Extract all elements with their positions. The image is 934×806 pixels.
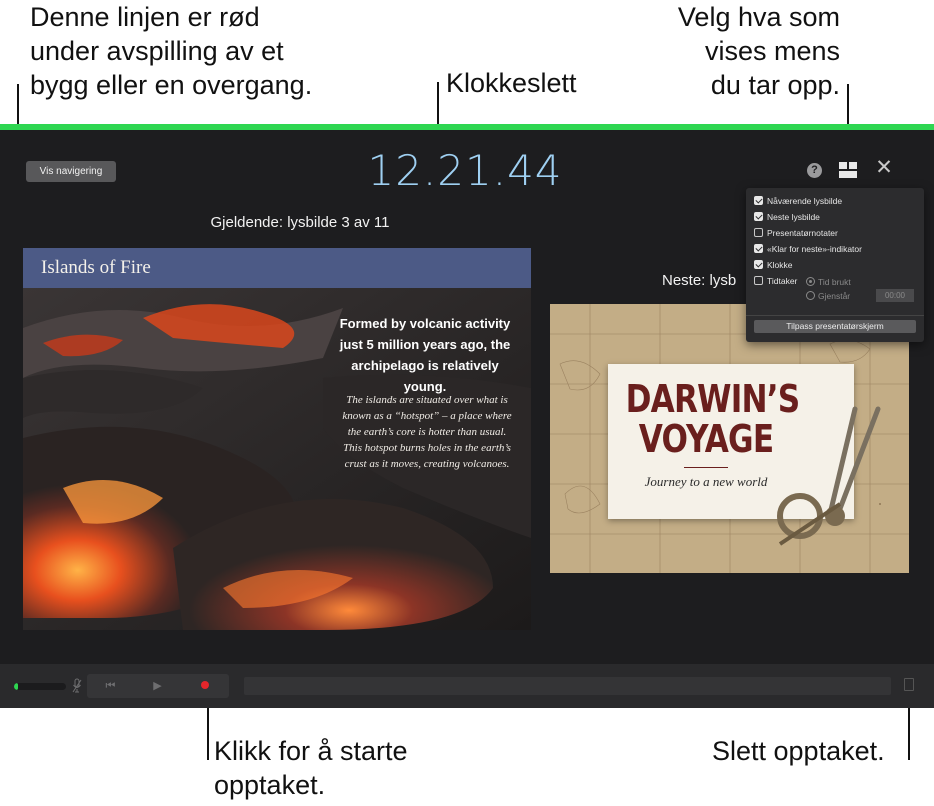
radio-icon [806, 277, 815, 286]
next-slide: DARWIN’S VOYAGE Journey to a new world [550, 304, 909, 573]
menu-option-timer[interactable]: Tidtaker [754, 274, 797, 288]
radio-label: Tid brukt [818, 277, 851, 287]
recording-timeline[interactable] [244, 677, 891, 695]
timer-duration-field[interactable]: 00:00 [876, 289, 914, 302]
checkbox-icon [754, 196, 763, 205]
title-rule [684, 467, 728, 468]
callout-line: Velg hva som [677, 2, 840, 32]
radio-elapsed-time[interactable]: Tid brukt [806, 276, 851, 288]
callout-line: du tar opp. [710, 70, 840, 100]
menu-option-label: Neste lysbilde [767, 212, 820, 222]
callout-line: Klikk for å starte [214, 736, 408, 766]
callout-line: vises mens [704, 36, 840, 66]
callout-line: Klokkeslett [446, 68, 577, 98]
play-icon[interactable]: ▶ [134, 674, 181, 698]
callout-start-recording: Klikk for å starte opptaket. [214, 734, 408, 802]
radio-icon [806, 291, 815, 300]
current-slide: Islands of Fire Formed by volcanic activ… [23, 248, 531, 630]
audio-level-meter [14, 683, 66, 690]
checkbox-icon [754, 228, 763, 237]
menu-option-clock[interactable]: Klokke [754, 258, 793, 272]
record-button[interactable] [181, 674, 228, 698]
slide-title: Islands of Fire [41, 257, 151, 278]
display-options-menu: Nåværende lysbilde Neste lysbilde Presen… [746, 188, 924, 342]
callout-build-line: Denne linjen er rød under avspilling av … [30, 0, 312, 102]
menu-option-presenter-notes[interactable]: Presentatørnotater [754, 226, 838, 240]
transport-controls: ⏮ ▶ [87, 674, 229, 698]
callout-delete-recording: Slett opptaket. [712, 734, 885, 768]
checkbox-icon [754, 260, 763, 269]
presenter-display: Vis navigering 12.21.44 ? ✕ Gjeldende: l… [0, 124, 934, 708]
layout-options-icon[interactable] [839, 162, 857, 178]
checkbox-icon [754, 244, 763, 253]
menu-option-current-slide[interactable]: Nåværende lysbilde [754, 194, 842, 208]
recording-toolbar: ⏮ ▶ [0, 664, 934, 708]
menu-option-next-slide[interactable]: Neste lysbilde [754, 210, 820, 224]
menu-option-ready-indicator[interactable]: «Klar for neste»-indikator [754, 242, 862, 256]
callout-line: Denne linjen er rød [30, 2, 260, 32]
recording-status-bar [0, 124, 934, 130]
current-slide-label: Gjeldende: lysbilde 3 av 11 [210, 214, 390, 231]
fit-presenter-display-button[interactable]: Tilpass presentatørskjerm [754, 320, 916, 333]
slide-lead-text: Formed by volcanic activity just 5 milli… [339, 316, 511, 394]
next-slide-label: Neste: lysb [662, 272, 737, 289]
menu-option-label: Nåværende lysbilde [767, 196, 843, 206]
clock-display: 12.21.44 [367, 146, 563, 195]
microphone-muted-icon[interactable] [72, 678, 82, 694]
dividers-illustration [777, 406, 881, 546]
record-icon [200, 681, 209, 689]
callout-choose-display: Velg hva som vises mens du tar opp. [640, 0, 840, 102]
menu-option-label: «Klar for neste»-indikator [767, 244, 862, 254]
checkbox-icon [754, 276, 763, 285]
radio-remaining-time[interactable]: Gjenstår [806, 290, 850, 302]
help-icon[interactable]: ? [807, 163, 822, 178]
slide-body-text: The islands are situated over what is kn… [342, 394, 512, 470]
checkbox-icon [754, 212, 763, 221]
skip-back-icon[interactable]: ⏮ [87, 674, 134, 698]
menu-option-label: Tidtaker [767, 276, 798, 286]
callout-line: opptaket. [214, 770, 326, 800]
close-icon[interactable]: ✕ [874, 157, 894, 178]
trash-icon[interactable] [904, 678, 914, 691]
radio-label: Gjenstår [818, 291, 851, 301]
callout-line: bygg eller en overgang. [30, 70, 313, 100]
audio-level-fill [14, 683, 19, 690]
menu-option-label: Klokke [767, 260, 793, 270]
callout-line: Slett opptaket. [712, 736, 885, 766]
show-navigation-button[interactable]: Vis navigering [26, 161, 116, 182]
callout-clock: Klokkeslett [446, 66, 577, 100]
callout-line: under avspilling av et [30, 36, 284, 66]
menu-divider [746, 315, 924, 316]
menu-option-label: Presentatørnotater [767, 228, 838, 238]
leader-line [17, 84, 19, 124]
